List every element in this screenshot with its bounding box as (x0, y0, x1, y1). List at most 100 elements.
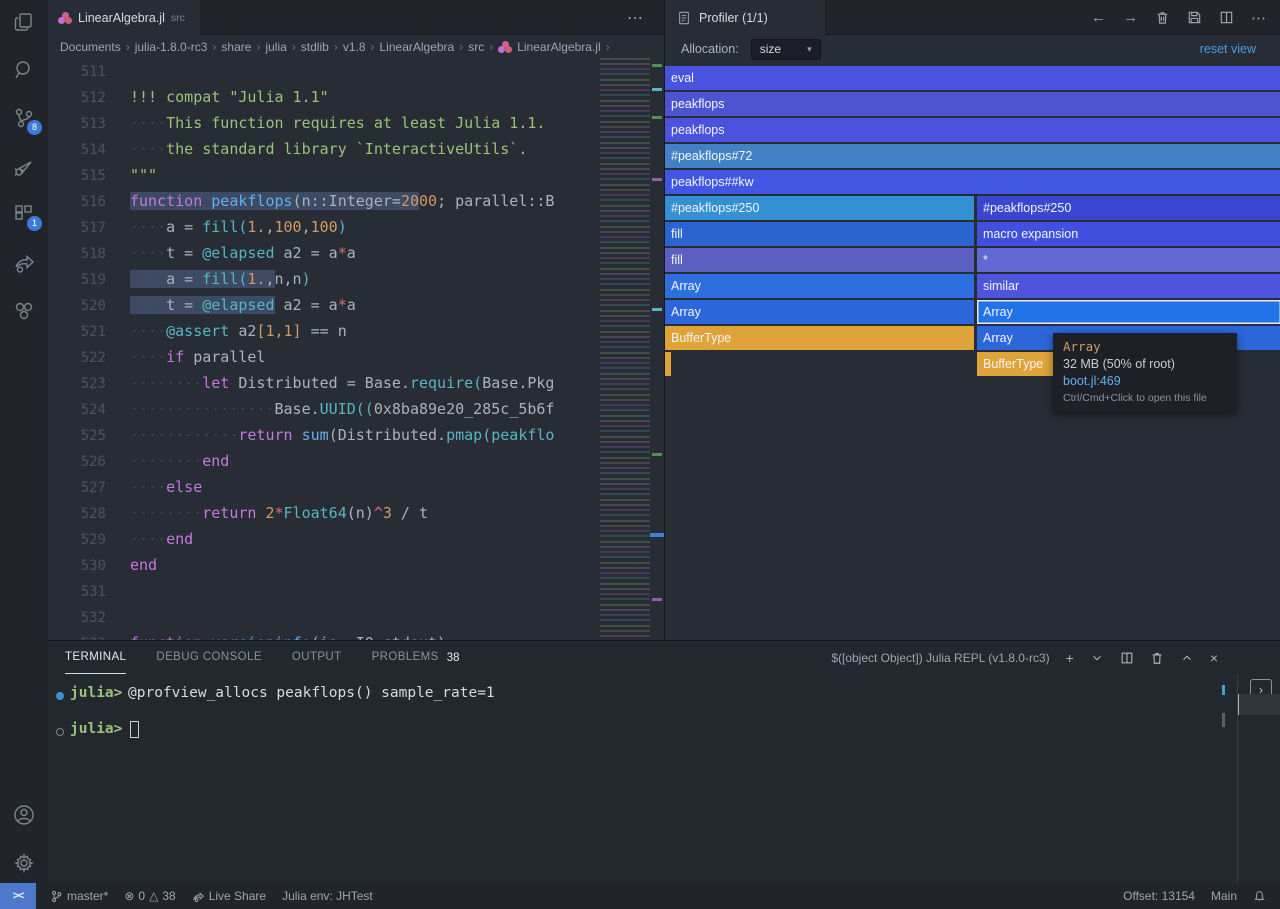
allocation-label: Allocation: (681, 42, 739, 56)
code-line: 520····t = @elapsed a2 = a*a (48, 292, 664, 318)
flame-segment[interactable]: * (977, 248, 1280, 272)
git-branch-item[interactable]: master* (50, 889, 108, 903)
breadcrumb-item[interactable]: share (221, 40, 251, 54)
live-share-status-icon (192, 890, 205, 903)
allocation-select[interactable]: size ▾ (751, 39, 821, 60)
editor-more-actions-icon[interactable]: ⋯ (627, 8, 644, 28)
flame-segment[interactable] (665, 352, 671, 376)
line-number: 532 (48, 605, 106, 631)
split-editor-icon[interactable] (1219, 10, 1234, 25)
trash-icon[interactable] (1155, 10, 1170, 25)
breadcrumb-separator-icon: › (459, 40, 463, 54)
terminal-scrollbar[interactable] (1222, 713, 1225, 727)
breadcrumb-separator-icon: › (212, 40, 216, 54)
terminal-command (128, 721, 139, 738)
julia-icon[interactable] (12, 299, 36, 323)
tab-debug-console[interactable]: DEBUG CONSOLE (156, 641, 262, 674)
breadcrumb-item[interactable]: LinearAlgebra.jl (517, 40, 600, 54)
kill-terminal-icon[interactable] (1150, 651, 1164, 665)
code-editor[interactable]: 511512!!! compat "Julia 1.1"513····This … (48, 58, 664, 640)
run-debug-icon[interactable] (12, 155, 36, 179)
remote-indicator[interactable]: >< (0, 883, 36, 909)
julia-env-item[interactable]: Julia env: JHTest (282, 889, 373, 903)
flame-segment[interactable]: similar (977, 274, 1280, 298)
flame-segment[interactable]: eval (665, 66, 1280, 90)
explorer-icon[interactable] (12, 10, 36, 34)
terminal-list-selected-item[interactable] (1238, 694, 1280, 715)
reset-view-link[interactable]: reset view (1200, 42, 1256, 56)
flame-segment[interactable]: Array (665, 300, 974, 324)
breadcrumb-item[interactable]: LinearAlgebra (380, 40, 455, 54)
extensions-icon[interactable]: 1 (12, 202, 36, 226)
code-line: 527····else (48, 474, 664, 500)
close-panel-icon[interactable]: × (1210, 650, 1218, 666)
code-line: 533function versioninfo(io::IO=stdout) (48, 630, 664, 640)
search-icon[interactable] (12, 58, 36, 82)
breadcrumb-separator-icon: › (606, 40, 610, 54)
breadcrumb-item[interactable]: src (468, 40, 484, 54)
code-line: 526········end (48, 448, 664, 474)
cursor-position-mark (650, 533, 664, 537)
new-terminal-icon[interactable]: + (1066, 650, 1074, 666)
problems-count: 38 (447, 652, 460, 664)
tab-linearalgebra[interactable]: LinearAlgebra.jl src (48, 0, 200, 35)
line-number: 523 (48, 371, 106, 397)
warnings-icon: △ (149, 889, 158, 903)
flame-segment[interactable]: #peakflops#72 (665, 144, 1280, 168)
flame-segment[interactable]: fill (665, 248, 974, 272)
tooltip-hint: Ctrl/Cmd+Click to open this file (1063, 392, 1227, 404)
account-icon[interactable] (12, 803, 36, 827)
code-line: 515""" (48, 162, 664, 188)
flame-segment[interactable]: #peakflops#250 (977, 196, 1280, 220)
more-actions-icon[interactable]: ⋯ (1251, 9, 1266, 27)
tab-problems[interactable]: PROBLEMS (372, 641, 439, 674)
problems-status-item[interactable]: ⊗ 0 △ 38 (124, 889, 175, 903)
split-terminal-icon[interactable] (1120, 651, 1134, 665)
forward-icon[interactable]: → (1123, 9, 1138, 26)
notifications-bell-icon[interactable] (1253, 890, 1266, 903)
code-line: 512!!! compat "Julia 1.1" (48, 84, 664, 110)
tab-profiler[interactable]: Profiler (1/1) (665, 0, 825, 35)
flame-segment[interactable]: Array (977, 300, 1280, 324)
code-line: 524················Base.UUID((0x8ba89e20… (48, 396, 664, 422)
breadcrumb-separator-icon: › (126, 40, 130, 54)
terminal-dropdown-icon[interactable] (1090, 651, 1104, 665)
tab-output[interactable]: OUTPUT (292, 641, 342, 674)
breadcrumb-item[interactable]: julia (265, 40, 286, 54)
terminal-panel: TERMINAL DEBUG CONSOLE OUTPUT PROBLEMS 3… (48, 640, 1280, 883)
breadcrumb-separator-icon: › (334, 40, 338, 54)
code-line: 517····a = fill(1.,100,100) (48, 214, 664, 240)
save-icon[interactable] (1187, 10, 1202, 25)
maximize-panel-icon[interactable] (1180, 651, 1194, 665)
minimap[interactable] (600, 58, 650, 640)
breadcrumb-item[interactable]: julia-1.8.0-rc3 (135, 40, 208, 54)
line-number: 522 (48, 345, 106, 371)
source-control-icon[interactable]: 8 (12, 106, 36, 130)
extensions-badge: 1 (27, 216, 42, 231)
flame-segment[interactable]: Array (665, 274, 974, 298)
breadcrumb-separator-icon: › (489, 40, 493, 54)
flame-tooltip: Array 32 MB (50% of root) boot.jl:469 Ct… (1053, 333, 1237, 413)
back-icon[interactable]: ← (1091, 9, 1106, 26)
breadcrumb[interactable]: Documents › julia-1.8.0-rc3 › share › julia › st… (48, 35, 664, 58)
live-share-status-item[interactable]: Live Share (192, 889, 266, 903)
settings-gear-icon[interactable] (12, 851, 36, 875)
main-item[interactable]: Main (1211, 889, 1237, 903)
flame-segment[interactable]: peakflops (665, 118, 1280, 142)
live-share-icon[interactable] (12, 251, 36, 275)
line-number: 527 (48, 475, 106, 501)
flame-segment[interactable]: fill (665, 222, 974, 246)
flame-segment[interactable]: macro expansion (977, 222, 1280, 246)
flame-segment[interactable]: peakflops (665, 92, 1280, 116)
tooltip-file-link[interactable]: boot.jl:469 (1063, 374, 1227, 388)
breadcrumb-item[interactable]: v1.8 (343, 40, 366, 54)
flame-segment[interactable]: peakflops##kw (665, 170, 1280, 194)
breadcrumb-item[interactable]: Documents (60, 40, 121, 54)
tab-terminal[interactable]: TERMINAL (65, 641, 126, 674)
flame-segment[interactable]: #peakflops#250 (665, 196, 974, 220)
breadcrumb-item[interactable]: stdlib (301, 40, 329, 54)
flame-segment[interactable]: BufferType (665, 326, 974, 350)
offset-item[interactable]: Offset: 13154 (1123, 889, 1195, 903)
profiler-tab-title: Profiler (1/1) (699, 11, 768, 25)
code-line: 516function peakflops(n::Integer=2000; p… (48, 188, 664, 214)
